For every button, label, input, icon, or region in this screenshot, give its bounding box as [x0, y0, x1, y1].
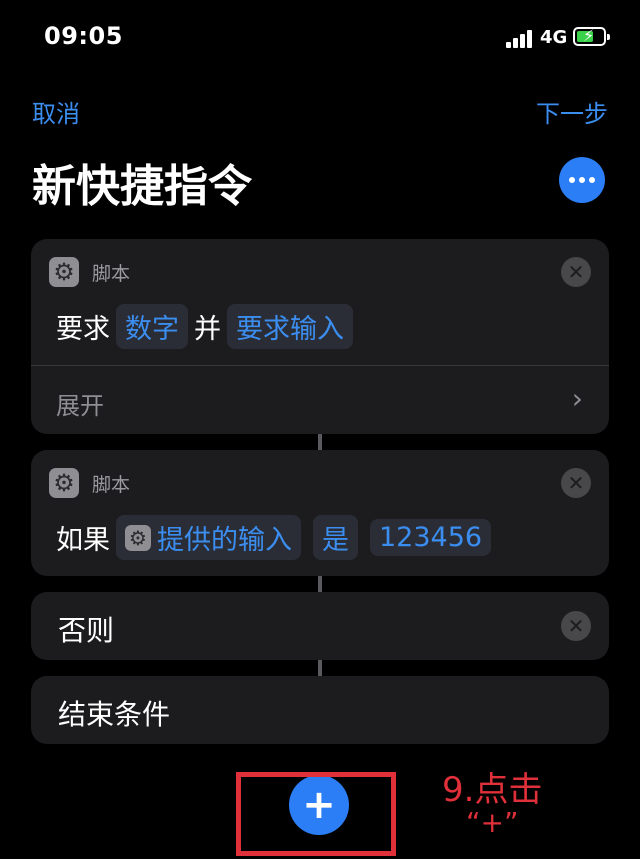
- flow-connector: [318, 576, 322, 592]
- divider: [31, 365, 609, 366]
- annotation-step: 9.点击: [442, 770, 543, 810]
- condition-token[interactable]: 是: [313, 515, 358, 560]
- action-sentence: 如果 ⚙ 提供的输入 是 123456: [56, 515, 497, 560]
- action-card-ask-input[interactable]: ⚙ 脚本 ✕ 要求 数字 并 要求输入 展开 ›: [31, 239, 609, 434]
- action-verb: 如果: [56, 525, 110, 556]
- expand-button[interactable]: 展开: [56, 386, 104, 421]
- remove-action-button[interactable]: ✕: [561, 468, 591, 498]
- otherwise-label: 否则: [58, 614, 115, 647]
- card-header: ⚙ 脚本: [49, 468, 130, 498]
- action-card-otherwise[interactable]: 否则 ✕: [31, 592, 609, 660]
- next-button[interactable]: 下一步: [536, 94, 608, 129]
- cancel-button[interactable]: 取消: [32, 94, 80, 129]
- remove-action-button[interactable]: ✕: [561, 257, 591, 287]
- flow-connector: [318, 660, 322, 676]
- annotation-plus: “+”: [466, 806, 519, 839]
- signal-icon: [506, 30, 534, 48]
- gear-icon: ⚙: [49, 257, 79, 287]
- end-if-label: 结束条件: [58, 698, 171, 731]
- action-card-if[interactable]: ⚙ 脚本 ✕ 如果 ⚙ 提供的输入 是 123456: [31, 450, 609, 576]
- status-time: 09:05: [44, 22, 123, 50]
- network-label: 4G: [540, 27, 568, 48]
- more-options-button[interactable]: [559, 157, 605, 203]
- card-category: 脚本: [92, 262, 131, 285]
- highlight-box: [236, 772, 396, 856]
- action-verb: 要求: [56, 314, 110, 345]
- card-category: 脚本: [92, 473, 131, 496]
- connector-text: 并: [194, 314, 221, 345]
- value-token[interactable]: 123456: [370, 519, 492, 556]
- chevron-right-icon: ›: [571, 382, 583, 415]
- action-card-end-if[interactable]: 结束条件: [31, 676, 609, 744]
- gear-icon: ⚙: [49, 468, 79, 498]
- ellipsis-icon: [569, 177, 575, 183]
- card-header: ⚙ 脚本: [49, 257, 130, 287]
- page-title: 新快捷指令: [32, 161, 252, 212]
- input-token-label: 提供的输入: [157, 525, 292, 556]
- prompt-token[interactable]: 要求输入: [227, 304, 353, 349]
- battery-icon: ⚡: [573, 26, 610, 46]
- input-token[interactable]: ⚙ 提供的输入: [116, 515, 301, 560]
- flow-connector: [318, 434, 322, 450]
- action-sentence: 要求 数字 并 要求输入: [56, 304, 359, 349]
- remove-action-button[interactable]: ✕: [561, 611, 591, 641]
- type-token[interactable]: 数字: [116, 304, 188, 349]
- gear-icon: ⚙: [125, 524, 151, 551]
